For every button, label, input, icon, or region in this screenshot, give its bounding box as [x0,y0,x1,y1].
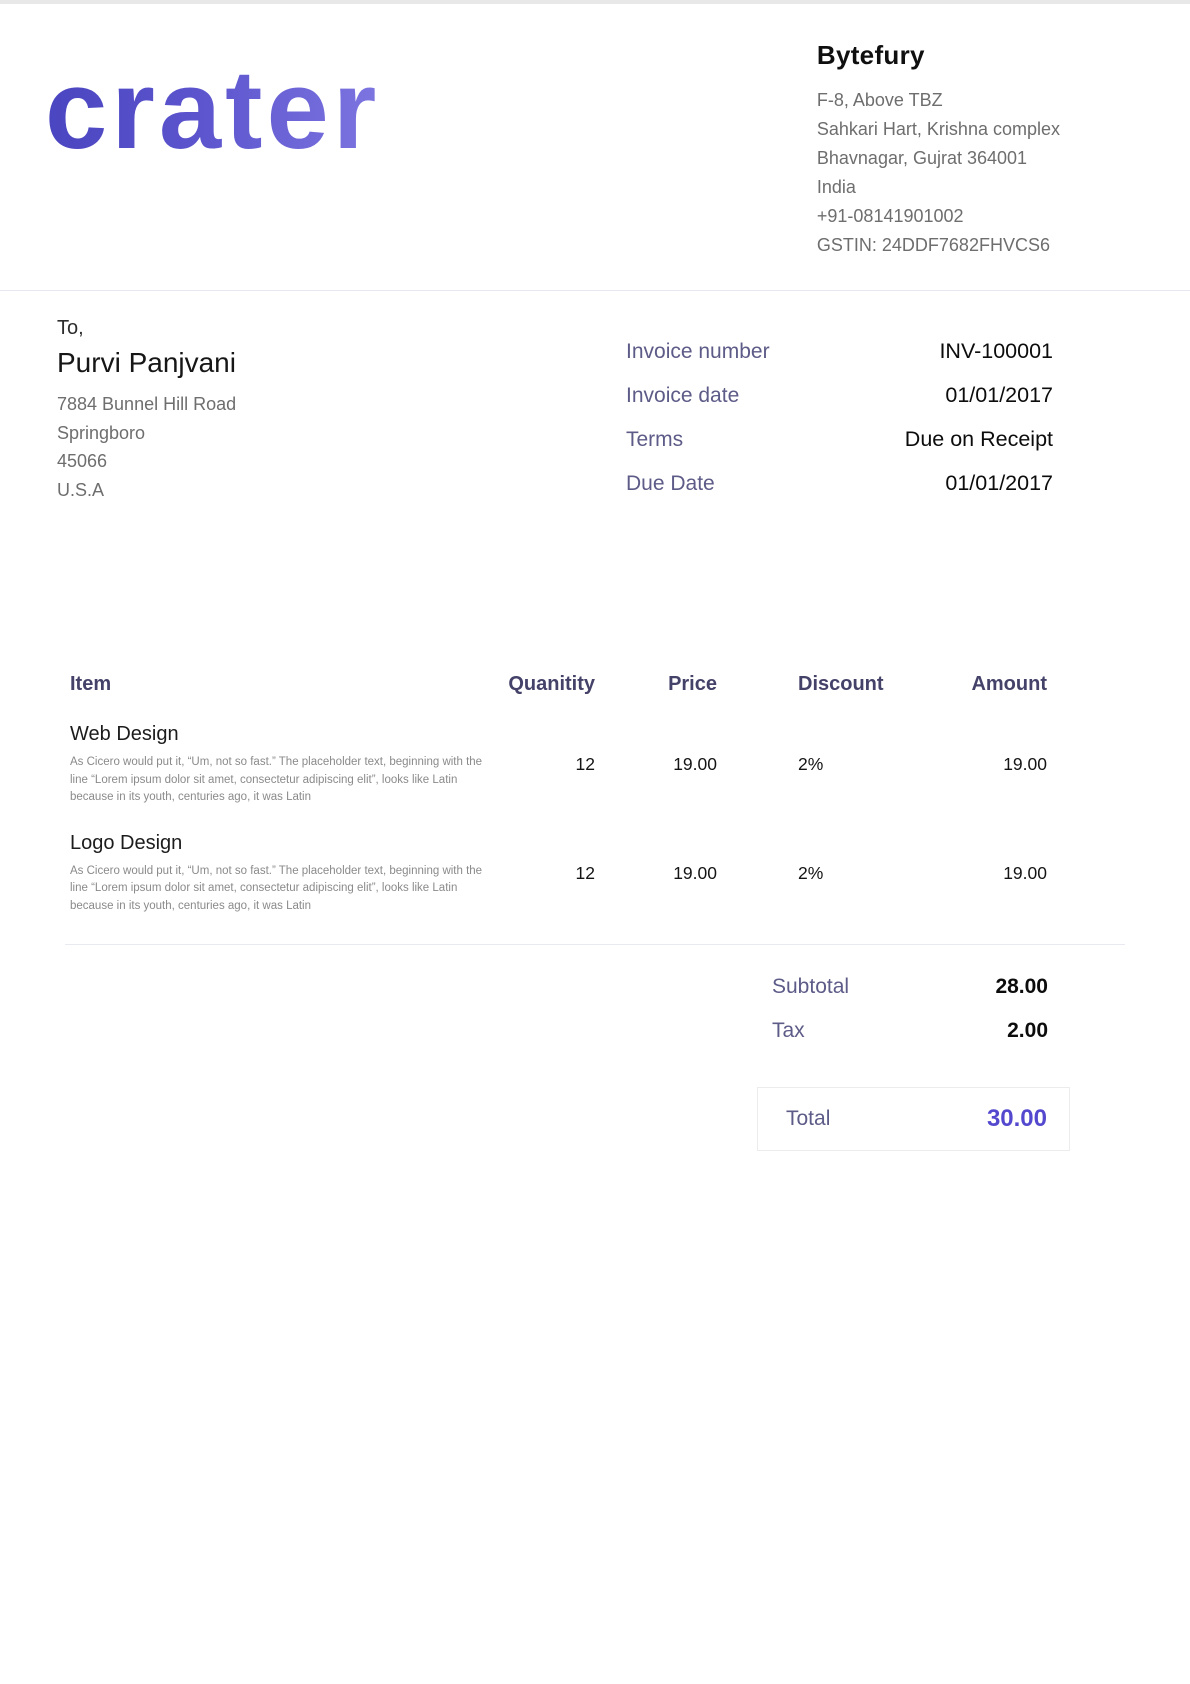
item-cell: Web Design As Cicero would put it, “Um, … [70,723,490,807]
total-label: Total [786,1107,830,1131]
item-name: Logo Design [70,832,490,855]
subtotal-label: Subtotal [772,975,849,999]
column-header-item: Item [70,673,490,696]
tax-value: 2.00 [1007,1019,1048,1043]
invoice-header: crater Bytefury F-8, Above TBZ Sahkari H… [0,4,1190,291]
due-date-row: Due Date 01/01/2017 [626,471,1053,496]
invoice-meta: Invoice number INV-100001 Invoice date 0… [626,339,1053,515]
column-header-discount: Discount [717,673,927,696]
company-address-line: F-8, Above TBZ [817,86,1060,115]
company-address-line: Sahkari Hart, Krishna complex [817,115,1060,144]
company-info: Bytefury F-8, Above TBZ Sahkari Hart, Kr… [817,40,1060,260]
customer-address-line: U.S.A [57,476,236,505]
company-gstin: GSTIN: 24DDF7682FHVCS6 [817,231,1060,260]
terms-value: Due on Receipt [905,427,1053,452]
column-header-amount: Amount [927,673,1047,696]
bill-to-label: To, [57,317,236,340]
item-price: 19.00 [595,754,717,775]
terms-row: Terms Due on Receipt [626,427,1053,452]
item-description: As Cicero would put it, “Um, not so fast… [70,754,488,807]
item-cell: Logo Design As Cicero would put it, “Um,… [70,832,490,916]
terms-label: Terms [626,428,683,452]
invoice-number-value: INV-100001 [939,339,1053,364]
item-amount: 19.00 [927,863,1047,884]
due-date-label: Due Date [626,472,715,496]
company-address-line: India [817,173,1060,202]
crater-logo: crater [45,54,380,166]
tax-label: Tax [772,1019,805,1043]
column-header-price: Price [595,673,717,696]
item-amount: 19.00 [927,754,1047,775]
invoice-date-label: Invoice date [626,384,739,408]
invoice-number-label: Invoice number [626,340,770,364]
item-price: 19.00 [595,863,717,884]
customer-address-line: 45066 [57,447,236,476]
total-box: Total 30.00 [757,1087,1070,1151]
table-row: Web Design As Cicero would put it, “Um, … [70,723,1047,807]
subtotal-row: Subtotal 28.00 [757,975,1070,999]
billing-section: To, Purvi Panjvani 7884 Bunnel Hill Road… [0,291,1190,515]
column-header-quantity: Quanitity [490,673,595,696]
invoice-number-row: Invoice number INV-100001 [626,339,1053,364]
item-discount: 2% [717,863,927,884]
item-quantity: 12 [490,863,595,884]
items-table-header: Item Quanitity Price Discount Amount [70,673,1047,696]
customer-address-line: Springboro [57,419,236,448]
company-name: Bytefury [817,40,1060,71]
items-table: Item Quanitity Price Discount Amount Web… [70,673,1047,945]
item-quantity: 12 [490,754,595,775]
item-description: As Cicero would put it, “Um, not so fast… [70,863,488,916]
table-row: Logo Design As Cicero would put it, “Um,… [70,832,1047,916]
bill-to-block: To, Purvi Panjvani 7884 Bunnel Hill Road… [57,317,236,515]
subtotal-value: 28.00 [995,975,1048,999]
company-address-line: Bhavnagar, Gujrat 364001 [817,144,1060,173]
customer-name: Purvi Panjvani [57,347,236,379]
total-value: 30.00 [987,1105,1047,1133]
invoice-date-row: Invoice date 01/01/2017 [626,383,1053,408]
table-divider [65,944,1125,945]
totals-section: Subtotal 28.00 Tax 2.00 Total 30.00 [757,975,1070,1151]
company-phone: +91-08141901002 [817,202,1060,231]
invoice-date-value: 01/01/2017 [945,383,1053,408]
tax-row: Tax 2.00 [757,1019,1070,1043]
customer-address-line: 7884 Bunnel Hill Road [57,390,236,419]
due-date-value: 01/01/2017 [945,471,1053,496]
item-discount: 2% [717,754,927,775]
item-name: Web Design [70,723,490,746]
